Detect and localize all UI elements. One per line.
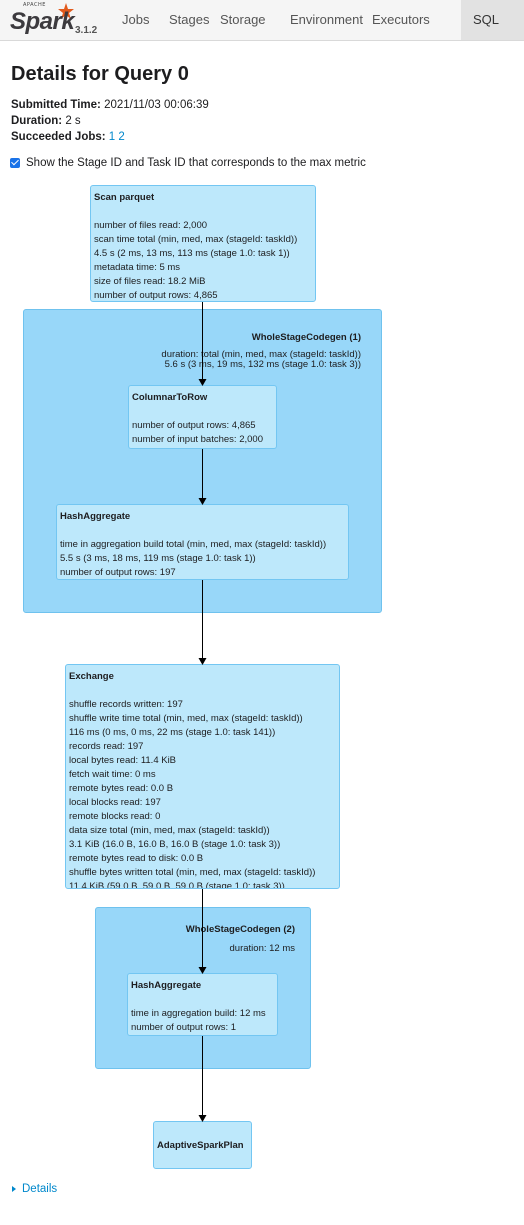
details-toggle[interactable]: Details	[12, 1183, 57, 1195]
duration-label: Duration:	[11, 115, 63, 127]
job-link-2[interactable]: 2	[118, 131, 124, 143]
duration-value: 2 s	[65, 115, 81, 127]
node-metric: remote bytes read to disk: 0.0 B	[69, 853, 204, 864]
node-metric: shuffle records written: 197	[69, 699, 183, 710]
duration-row: Duration: 2 s	[11, 115, 81, 127]
page-title: Details for Query 0	[11, 63, 189, 85]
node-metric: number of output rows: 4,865	[94, 290, 218, 301]
node-metric: data size total (min, med, max (stageId:…	[69, 825, 270, 836]
node-metric: metadata time: 5 ms	[94, 262, 181, 273]
cluster-metric-line: 5.6 s (3 ms, 19 ms, 132 ms (stage 1.0: t…	[164, 359, 361, 370]
tab-environment[interactable]: Environment	[279, 0, 363, 40]
submitted-time-value: 2021/11/03 00:06:39	[104, 99, 209, 111]
tab-stages[interactable]: Stages	[158, 0, 209, 40]
node-metric: shuffle bytes written total (min, med, m…	[69, 867, 316, 878]
node-title: Exchange	[69, 671, 114, 682]
plan-node-scan-parquet[interactable]: Scan parquet number of files read: 2,000…	[90, 185, 316, 302]
node-metric: 3.1 KiB (16.0 B, 16.0 B, 16.0 B (stage 1…	[69, 839, 281, 850]
node-metrics: number of files read: 2,000 scan time to…	[94, 219, 298, 301]
navbar: APACHE Spark 3.1.2 Jobs Stages Storage E…	[0, 0, 524, 41]
plan-node-exchange[interactable]: Exchange shuffle records written: 197 sh…	[65, 664, 340, 889]
max-metric-checkbox[interactable]	[10, 158, 20, 168]
plan-node-hashaggregate-2[interactable]: HashAggregate time in aggregation build:…	[127, 973, 278, 1036]
plan-node-columnartorow[interactable]: ColumnarToRow number of output rows: 4,8…	[128, 385, 277, 449]
node-title: ColumnarToRow	[132, 392, 208, 403]
node-title: AdaptiveSparkPlan	[157, 1140, 244, 1151]
nav-tabs: Jobs Stages Storage Environment Executor…	[111, 0, 524, 40]
node-metric: number of files read: 2,000	[94, 220, 208, 231]
details-label: Details	[22, 1183, 58, 1195]
submitted-time-row: Submitted Time: 2021/11/03 00:06:39	[11, 99, 209, 111]
spark-version: 3.1.2	[75, 25, 98, 36]
node-metrics: shuffle records written: 197 shuffle wri…	[69, 698, 316, 889]
submitted-time-label: Submitted Time:	[11, 99, 101, 111]
caret-right-icon	[12, 1186, 16, 1192]
node-metric: 4.5 s (2 ms, 13 ms, 113 ms (stage 1.0: t…	[94, 248, 290, 259]
tab-jobs[interactable]: Jobs	[111, 0, 158, 40]
node-metric: shuffle write time total (min, med, max …	[69, 713, 303, 724]
tab-storage[interactable]: Storage	[209, 0, 279, 40]
succeeded-jobs-label: Succeeded Jobs:	[11, 131, 106, 143]
tab-executors[interactable]: Executors	[361, 0, 441, 40]
node-metrics: number of output rows: 4,865 number of i…	[132, 419, 263, 447]
node-metric: 11.4 KiB (59.0 B, 59.0 B, 59.0 B (stage …	[69, 881, 285, 889]
node-metric: remote bytes read: 0.0 B	[69, 783, 174, 794]
node-metric: 116 ms (0 ms, 0 ms, 22 ms (stage 1.0: ta…	[69, 727, 276, 738]
plan-node-adaptivesparkplan[interactable]: AdaptiveSparkPlan	[153, 1121, 252, 1169]
succeeded-jobs-row: Succeeded Jobs: 1 2	[11, 131, 125, 143]
node-metric: size of files read: 18.2 MiB	[94, 276, 206, 287]
node-title: HashAggregate	[60, 511, 131, 522]
cluster-metric: duration: total (min, med, max (stageId:…	[161, 350, 361, 370]
cluster-title: WholeStageCodegen (2)	[185, 924, 295, 935]
node-metric: records read: 197	[69, 741, 144, 752]
node-metric: number of output rows: 1	[131, 1022, 237, 1033]
cluster-title: WholeStageCodegen (1)	[251, 332, 361, 343]
node-metric: local blocks read: 197	[69, 797, 161, 808]
max-metric-checkbox-row: Show the Stage ID and Task ID that corre…	[10, 157, 366, 169]
node-title: HashAggregate	[131, 980, 202, 991]
node-metric: number of input batches: 2,000	[132, 434, 263, 445]
node-metric: time in aggregation build total (min, me…	[60, 539, 327, 550]
job-link-1[interactable]: 1	[109, 131, 115, 143]
cluster-metric: duration: 12 ms	[229, 943, 295, 954]
node-metric: number of output rows: 4,865	[132, 420, 256, 431]
node-metrics: time in aggregation build total (min, me…	[60, 538, 327, 579]
tab-sql[interactable]: SQL	[461, 0, 524, 40]
node-metric: scan time total (min, med, max (stageId:…	[94, 234, 298, 245]
node-metric: 5.5 s (3 ms, 18 ms, 119 ms (stage 1.0: t…	[60, 553, 256, 564]
node-metric: time in aggregation build: 12 ms	[131, 1008, 266, 1019]
node-metric: number of output rows: 197	[60, 567, 176, 578]
logo-spark-text: Spark	[10, 8, 75, 35]
node-metric: remote blocks read: 0	[69, 811, 161, 822]
max-metric-checkbox-label: Show the Stage ID and Task ID that corre…	[26, 157, 366, 169]
node-metrics: time in aggregation build: 12 ms number …	[131, 1007, 266, 1035]
node-title: Scan parquet	[94, 192, 155, 203]
spark-logo[interactable]: APACHE Spark 3.1.2	[8, 1, 98, 39]
node-metric: local bytes read: 11.4 KiB	[69, 755, 177, 766]
plan-node-hashaggregate-1[interactable]: HashAggregate time in aggregation build …	[56, 504, 349, 580]
node-metric: fetch wait time: 0 ms	[69, 769, 156, 780]
